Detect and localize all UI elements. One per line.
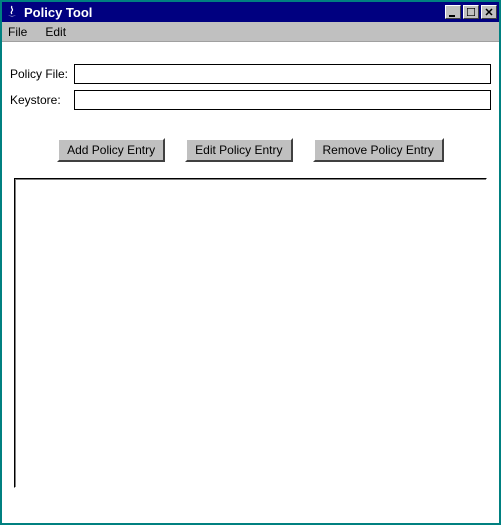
keystore-input[interactable] (74, 90, 491, 110)
window-controls (443, 5, 497, 19)
maximize-button[interactable] (463, 5, 479, 19)
policy-entries-list[interactable] (14, 178, 487, 488)
title-bar: Policy Tool (2, 2, 499, 22)
close-button[interactable] (481, 5, 497, 19)
menu-edit[interactable]: Edit (45, 25, 66, 39)
remove-policy-entry-button[interactable]: Remove Policy Entry (313, 138, 444, 162)
policy-file-row: Policy File: (10, 64, 491, 84)
keystore-row: Keystore: (10, 90, 491, 110)
add-policy-entry-button[interactable]: Add Policy Entry (57, 138, 165, 162)
java-icon (4, 4, 20, 20)
content-area: Policy File: Keystore: Add Policy Entry … (2, 42, 499, 496)
window-frame: Policy Tool File Edit Policy File: Keyst… (0, 0, 501, 525)
window-title: Policy Tool (24, 5, 443, 20)
button-row: Add Policy Entry Edit Policy Entry Remov… (10, 138, 491, 162)
menu-file[interactable]: File (8, 25, 27, 39)
policy-file-label: Policy File: (10, 67, 74, 81)
menu-bar: File Edit (2, 22, 499, 42)
minimize-button[interactable] (445, 5, 461, 19)
edit-policy-entry-button[interactable]: Edit Policy Entry (185, 138, 292, 162)
keystore-label: Keystore: (10, 93, 74, 107)
policy-file-input[interactable] (74, 64, 491, 84)
